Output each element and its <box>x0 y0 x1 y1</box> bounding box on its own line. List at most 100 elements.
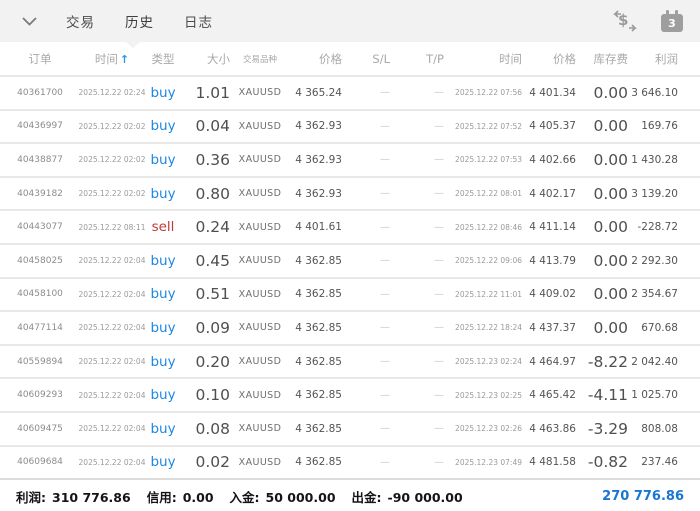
swap: -4.11 <box>587 386 628 405</box>
col-symbol[interactable]: 交易品种 <box>243 53 277 65</box>
col-profit[interactable]: 利润 <box>655 51 678 67</box>
close-price: 4 411.14 <box>529 221 576 234</box>
funds-transfer-icon[interactable]: $ <box>612 9 638 33</box>
open-price: 4 401.61 <box>295 221 342 234</box>
profit: 169.76 <box>641 120 678 133</box>
open-price: 4 365.24 <box>295 86 342 99</box>
stop-loss: — <box>380 87 390 99</box>
open-price: 4 362.93 <box>295 120 342 133</box>
volume: 0.80 <box>195 184 230 203</box>
tab-trade[interactable]: 交易 <box>66 7 95 35</box>
volume: 1.01 <box>195 83 230 102</box>
col-swap[interactable]: 库存费 <box>594 51 629 67</box>
profit: 1 025.70 <box>631 389 678 402</box>
profit: 808.08 <box>641 422 678 435</box>
col-size[interactable]: 大小 <box>207 51 230 67</box>
col-close-time[interactable]: 时间 <box>499 51 522 67</box>
close-time: 2025.12.23 02:25 <box>455 390 522 400</box>
profit: 2 042.40 <box>631 355 678 368</box>
col-open-price[interactable]: 价格 <box>319 51 342 67</box>
col-sl[interactable]: S/L <box>372 52 390 66</box>
open-time: 2025.12.22 02:04 <box>78 357 146 367</box>
symbol: XAUUSD <box>238 255 282 267</box>
order-type: buy <box>150 84 176 101</box>
open-time: 2025.12.22 02:02 <box>78 155 146 165</box>
col-tp[interactable]: T/P <box>426 52 444 66</box>
table-row[interactable]: 40609684 2025.12.22 02:04 buy 0.02 XAUUSD 4 3… <box>0 444 700 479</box>
volume: 0.02 <box>195 453 230 472</box>
take-profit: — <box>434 120 444 132</box>
table-row[interactable]: 40443077 2025.12.22 08:11 sell 0.24 XAUUSD 4 … <box>0 209 700 243</box>
table-row[interactable]: 40361700 2025.12.22 02:24 buy 1.01 XAUUSD 4 3… <box>0 75 700 109</box>
take-profit: — <box>434 288 444 300</box>
table-row[interactable]: 40438877 2025.12.22 02:02 buy 0.36 XAUUSD 4 3… <box>0 142 700 176</box>
open-time: 2025.12.22 02:04 <box>78 457 146 467</box>
table-row[interactable]: 40609293 2025.12.22 02:04 buy 0.10 XAUUSD 4 3… <box>0 377 700 411</box>
order-id: 40436997 <box>17 121 63 132</box>
volume: 0.10 <box>195 386 230 405</box>
close-price: 4 413.79 <box>529 254 576 267</box>
table-row[interactable]: 40439182 2025.12.22 02:02 buy 0.80 XAUUSD 4 3… <box>0 175 700 210</box>
table-header: 订单 时间 ↑ 类型 大小 交易品种 价格 S/L T/P 时间 价格 库存费 利润 <box>0 42 700 75</box>
volume: 0.51 <box>195 285 230 304</box>
table-row[interactable]: 40458025 2025.12.22 02:04 buy 0.45 XAUUSD 4 3… <box>0 242 700 277</box>
swap: 0.00 <box>593 150 628 169</box>
account-summary-bar: 利润: 310 776.86 信用: 0.00 入金: 50 000.00 出金… <box>0 478 700 511</box>
swap: -3.29 <box>587 419 628 438</box>
summary-profit: 利润: 310 776.86 <box>16 489 131 505</box>
table-row[interactable]: 40609475 2025.12.22 02:04 buy 0.08 XAUUSD 4 3… <box>0 410 700 445</box>
order-id: 40361700 <box>17 87 63 98</box>
stop-loss: — <box>380 456 390 468</box>
tab-journal[interactable]: 日志 <box>184 7 213 35</box>
open-price: 4 362.85 <box>295 288 342 301</box>
profit: 2 354.67 <box>631 288 678 301</box>
order-type: buy <box>150 420 176 437</box>
summary-withdrawal: 出金: -90 000.00 <box>351 489 463 505</box>
table-row[interactable]: 40477114 2025.12.22 02:04 buy 0.09 XAUUSD 4 3… <box>0 310 700 344</box>
open-time: 2025.12.22 02:02 <box>78 121 146 131</box>
swap: -0.82 <box>587 453 628 472</box>
close-price: 4 481.58 <box>529 456 576 469</box>
close-price: 4 437.37 <box>529 321 576 334</box>
close-time: 2025.12.22 08:46 <box>455 222 522 232</box>
symbol: XAUUSD <box>238 389 282 401</box>
table-row[interactable]: 40458100 2025.12.22 02:04 buy 0.51 XAUUSD 4 3… <box>0 276 700 311</box>
calendar-period-icon[interactable]: 3 <box>660 9 684 33</box>
stop-loss: — <box>380 154 390 166</box>
order-id: 40438877 <box>17 154 63 165</box>
col-order[interactable]: 订单 <box>29 51 52 67</box>
swap: -8.22 <box>587 352 628 371</box>
order-id: 40458025 <box>17 255 63 266</box>
stop-loss: — <box>380 255 390 267</box>
take-profit: — <box>434 356 444 368</box>
tab-history[interactable]: 历史 <box>125 7 154 35</box>
profit: 3 646.10 <box>631 86 678 99</box>
table-row[interactable]: 40559894 2025.12.22 02:04 buy 0.20 XAUUSD 4 3… <box>0 343 700 378</box>
swap: 0.00 <box>593 184 628 203</box>
close-price: 4 409.02 <box>529 288 576 301</box>
symbol: XAUUSD <box>238 87 282 99</box>
calendar-badge: 3 <box>661 14 683 32</box>
table-row[interactable]: 40436997 2025.12.22 02:02 buy 0.04 XAUUSD 4 3… <box>0 108 700 143</box>
chevron-down-icon[interactable] <box>16 8 42 34</box>
summary-total: 270 776.86 <box>602 488 684 504</box>
order-type: sell <box>151 219 175 236</box>
order-type: buy <box>150 118 176 135</box>
order-type: buy <box>150 319 176 336</box>
chevron-down-glyph <box>21 16 37 26</box>
stop-loss: — <box>380 288 390 300</box>
swap: 0.00 <box>593 251 628 270</box>
open-time: 2025.12.22 02:04 <box>78 289 146 299</box>
open-time: 2025.12.22 08:11 <box>78 222 146 232</box>
order-id: 40609684 <box>17 457 63 468</box>
volume: 0.09 <box>195 318 230 337</box>
history-table: 40361700 2025.12.22 02:24 buy 1.01 XAUUSD 4 3… <box>0 75 700 479</box>
order-id: 40559894 <box>17 356 63 367</box>
volume: 0.36 <box>195 150 230 169</box>
symbol: XAUUSD <box>238 356 282 368</box>
symbol: XAUUSD <box>238 288 282 300</box>
col-type[interactable]: 类型 <box>152 51 175 67</box>
col-open-time[interactable]: 时间 ↑ <box>95 51 129 67</box>
col-close-price[interactable]: 价格 <box>553 51 576 67</box>
summary-credit: 信用: 0.00 <box>146 489 214 505</box>
